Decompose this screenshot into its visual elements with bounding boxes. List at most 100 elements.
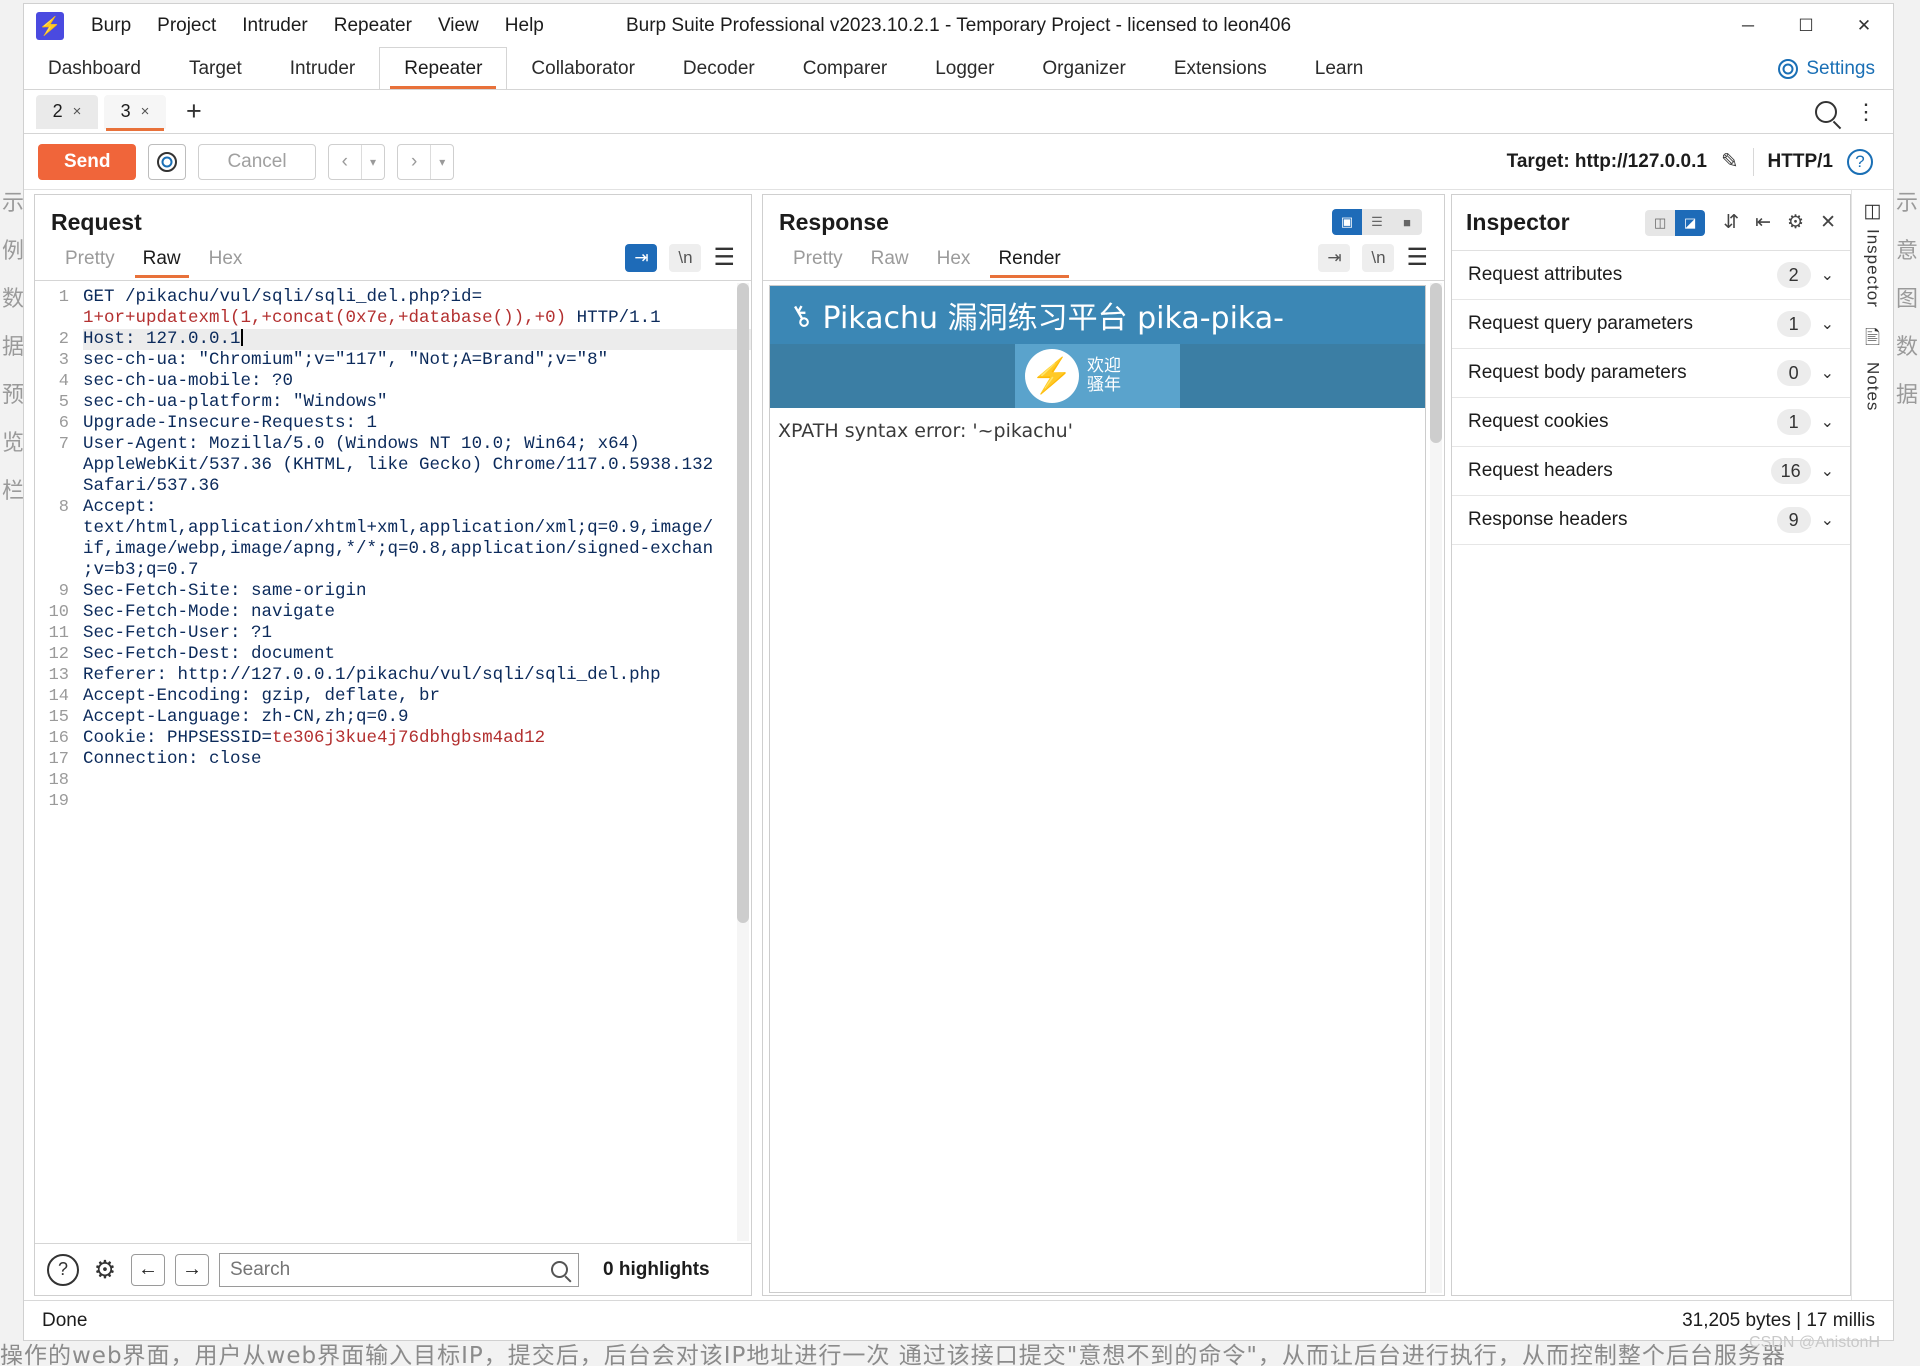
response-scrollbar[interactable] (1430, 283, 1442, 1293)
code-line[interactable]: Cookie: PHPSESSID=te306j3kue4j76dbhgbsm4… (83, 728, 751, 749)
repeater-tab-2[interactable]: 2 × (36, 94, 98, 129)
search-box[interactable] (219, 1252, 579, 1287)
search-back-button[interactable]: ← (131, 1253, 165, 1286)
maximize-button[interactable]: ☐ (1777, 4, 1835, 48)
rail-inspector[interactable]: ◫ Inspector (1863, 200, 1883, 308)
inspector-row-request-attributes[interactable]: Request attributes 2 ⌄ (1452, 251, 1850, 300)
inspector-row-request-headers[interactable]: Request headers 16 ⌄ (1452, 447, 1850, 496)
close-icon[interactable]: × (141, 103, 150, 120)
chevron-down-icon[interactable]: ⌄ (1821, 314, 1834, 334)
code-line[interactable]: Sec-Fetch-Dest: document (83, 644, 751, 665)
repeater-tab-3[interactable]: 3 × (104, 94, 166, 131)
add-tab-button[interactable]: + (172, 98, 216, 125)
gear-icon[interactable]: ⚙ (89, 1254, 121, 1286)
menu-item-help[interactable]: Help (492, 11, 557, 41)
request-menu-icon[interactable]: ☰ (713, 245, 735, 270)
inspector-row-request-body-parameters[interactable]: Request body parameters 0 ⌄ (1452, 349, 1850, 398)
prev-request-button[interactable]: ‹ ▾ (327, 143, 385, 180)
tab-intruder[interactable]: Intruder (266, 48, 379, 89)
menu-item-view[interactable]: View (425, 11, 492, 41)
code-line[interactable]: GET /pikachu/vul/sqli/sqli_del.php?id= (83, 287, 751, 308)
tab-comparer[interactable]: Comparer (779, 48, 911, 89)
chevron-down-icon[interactable]: ⌄ (1821, 363, 1834, 383)
tab-decoder[interactable]: Decoder (659, 48, 779, 89)
code-line[interactable]: Host: 127.0.0.1 (83, 329, 751, 350)
tab-extensions[interactable]: Extensions (1150, 48, 1291, 89)
search-forward-button[interactable]: → (175, 1253, 209, 1286)
request-editor[interactable]: 1 2 3 4 5 6 7 8 9 10 11 12 13 14 15 16 17 18 19 GET /pikac… (35, 280, 751, 1243)
menu-item-burp[interactable]: Burp (78, 11, 144, 41)
code-line[interactable]: sec-ch-ua-platform: "Windows" (83, 392, 751, 413)
menu-item-intruder[interactable]: Intruder (229, 11, 320, 41)
chevron-down-icon[interactable]: ▾ (430, 144, 453, 179)
code-line[interactable]: AppleWebKit/537.36 (KHTML, like Gecko) C… (83, 455, 751, 476)
tab-repeater[interactable]: Repeater (379, 47, 508, 89)
response-tab-render[interactable]: Render (984, 242, 1074, 280)
response-tab-pretty[interactable]: Pretty (779, 242, 857, 280)
code-line[interactable]: sec-ch-ua-mobile: ?0 (83, 371, 751, 392)
minimize-button[interactable]: ─ (1719, 4, 1777, 48)
search-icon[interactable] (1815, 100, 1837, 123)
request-tab-hex[interactable]: Hex (195, 242, 257, 280)
code-line[interactable]: Referer: http://127.0.0.1/pikachu/vul/sq… (83, 665, 751, 686)
panel-right-icon[interactable]: ◪ (1675, 209, 1706, 236)
split-horizontal-icon[interactable]: ☰ (1362, 209, 1392, 235)
help-icon[interactable]: ? (47, 1253, 79, 1286)
chevron-down-icon[interactable]: ▾ (360, 144, 384, 179)
code-line[interactable]: 1+or+updatexml(1,+concat(0x7e,+database(… (83, 308, 751, 329)
request-tab-raw[interactable]: Raw (129, 242, 195, 280)
menu-item-project[interactable]: Project (144, 11, 229, 41)
panel-left-icon[interactable]: ◫ (1645, 209, 1676, 236)
http-version-label[interactable]: HTTP/1 (1768, 151, 1833, 173)
settings-button[interactable]: Settings (1760, 48, 1893, 89)
more-options-icon[interactable]: ⋮ (1855, 100, 1877, 122)
inspector-row-response-headers[interactable]: Response headers 9 ⌄ (1452, 496, 1850, 545)
rail-notes[interactable]: 🖹 Notes (1863, 324, 1883, 411)
close-icon[interactable]: ✕ (1816, 209, 1840, 236)
code-line[interactable]: Connection: close (83, 749, 751, 770)
request-scrollbar[interactable] (737, 283, 749, 1241)
scrollbar-thumb[interactable] (737, 283, 749, 923)
single-pane-icon[interactable]: ■ (1392, 209, 1422, 235)
send-button[interactable]: Send (38, 143, 137, 180)
close-icon[interactable]: × (73, 103, 82, 120)
search-input[interactable] (230, 1258, 543, 1281)
cancel-button[interactable]: Cancel (198, 143, 316, 180)
edit-pencil-icon[interactable]: ✎ (1721, 149, 1739, 174)
tab-learn[interactable]: Learn (1291, 48, 1388, 89)
code-line[interactable]: Safari/537.36 (83, 476, 751, 497)
tab-target[interactable]: Target (165, 48, 266, 89)
help-icon[interactable]: ? (1847, 148, 1873, 175)
inspector-row-request-query-parameters[interactable]: Request query parameters 1 ⌄ (1452, 300, 1850, 349)
request-tab-pretty[interactable]: Pretty (51, 242, 129, 280)
code-line[interactable]: ;v=b3;q=0.7 (83, 560, 751, 581)
request-body-text[interactable]: GET /pikachu/vul/sqli/sqli_del.php?id= 1+… (75, 281, 751, 1243)
word-wrap-icon[interactable]: ⇥ (625, 244, 658, 272)
tab-logger[interactable]: Logger (911, 48, 1018, 89)
code-line[interactable]: if,image/webp,image/apng,*/*;q=0.8,appli… (83, 539, 751, 560)
response-tab-raw[interactable]: Raw (857, 242, 923, 280)
chevron-down-icon[interactable]: ⌄ (1821, 461, 1834, 481)
code-line[interactable]: Accept-Language: zh-CN,zh;q=0.9 (83, 707, 751, 728)
show-newlines-icon[interactable]: \n (1362, 244, 1395, 272)
code-line[interactable]: User-Agent: Mozilla/5.0 (Windows NT 10.0… (83, 434, 751, 455)
split-vertical-icon[interactable]: ▣ (1332, 209, 1362, 235)
show-newlines-icon[interactable]: \n (669, 244, 702, 272)
inspector-row-request-cookies[interactable]: Request cookies 1 ⌄ (1452, 398, 1850, 447)
collapse-all-icon[interactable]: ⇤ (1751, 209, 1775, 236)
word-wrap-icon[interactable]: ⇥ (1318, 244, 1351, 272)
chevron-down-icon[interactable]: ⌄ (1821, 510, 1834, 530)
code-line[interactable]: Accept-Encoding: gzip, deflate, br (83, 686, 751, 707)
chevron-down-icon[interactable]: ⌄ (1821, 265, 1834, 285)
tab-collaborator[interactable]: Collaborator (507, 48, 659, 89)
code-line[interactable]: Sec-Fetch-User: ?1 (83, 623, 751, 644)
request-settings-button[interactable] (148, 143, 187, 180)
tab-organizer[interactable]: Organizer (1018, 48, 1149, 89)
menu-item-repeater[interactable]: Repeater (321, 11, 425, 41)
code-line[interactable]: Accept: (83, 497, 751, 518)
close-button[interactable]: ✕ (1835, 4, 1893, 48)
code-line[interactable]: text/html,application/xhtml+xml,applicat… (83, 518, 751, 539)
code-line[interactable]: sec-ch-ua: "Chromium";v="117", "Not;A=Br… (83, 350, 751, 371)
expand-all-icon[interactable]: ⇵ (1719, 209, 1743, 236)
gear-icon[interactable]: ⚙ (1783, 209, 1808, 236)
